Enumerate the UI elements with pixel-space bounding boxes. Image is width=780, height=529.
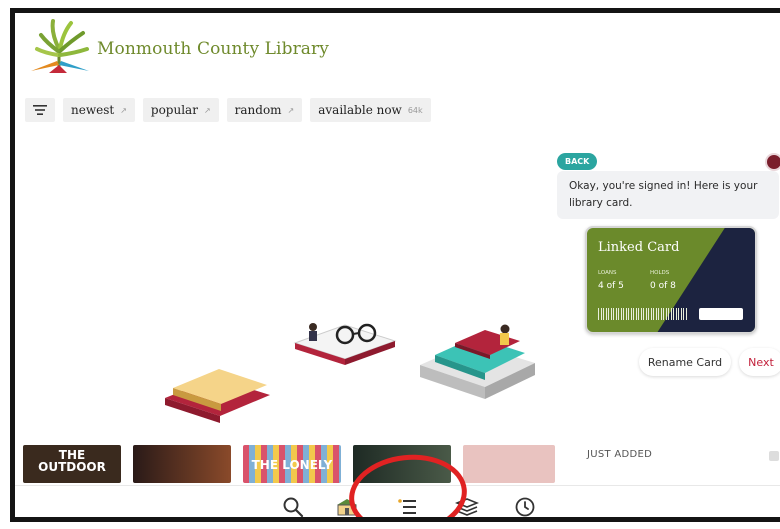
filter-chip-newest[interactable]: newest ↗: [63, 98, 135, 122]
sort-arrows-icon: ↗: [120, 105, 127, 115]
holds-value: 0 of 8: [650, 281, 676, 291]
just-added-carousel: THE OUTDOOR THE LONELY: [23, 445, 555, 483]
holds-label: HOLDS: [650, 270, 670, 276]
tree-logo-icon: [31, 19, 89, 73]
filter-lines-icon: [33, 105, 47, 115]
app-frame: Monmouth County Library newest ↗ popular…: [10, 8, 780, 522]
book-cover[interactable]: [463, 445, 555, 483]
book-cover[interactable]: THE OUTDOOR: [23, 445, 121, 483]
filter-menu-button[interactable]: [25, 98, 55, 122]
card-logo-tag: [699, 308, 743, 320]
filter-chip-popular[interactable]: popular ↗: [142, 98, 219, 122]
book-cover-title: THE OUTDOOR: [38, 448, 106, 474]
barcode: [598, 308, 688, 320]
chip-label: popular: [150, 103, 198, 117]
library-name[interactable]: Monmouth County Library: [97, 39, 329, 59]
loans-value: 4 of 5: [598, 281, 624, 291]
back-button[interactable]: BACK: [557, 153, 598, 170]
rename-card-button[interactable]: Rename Card: [639, 348, 731, 376]
card-title: Linked Card: [598, 240, 680, 255]
chip-label: random: [234, 103, 282, 117]
sort-arrows-icon: ↗: [287, 105, 295, 115]
filter-chip-random[interactable]: random ↗: [226, 98, 303, 122]
filter-chip-available-now[interactable]: available now 64k: [310, 98, 431, 122]
chat-message: Okay, you're signed in! Here is your lib…: [557, 171, 779, 219]
sort-arrows-icon: ↗: [203, 105, 211, 115]
filter-bar: newest ↗ popular ↗ random ↗ available no…: [25, 98, 431, 122]
chip-label: newest: [71, 103, 115, 117]
carousel-control[interactable]: [769, 451, 779, 461]
book-cover[interactable]: [133, 445, 231, 483]
chip-label: available now: [318, 103, 402, 117]
search-icon[interactable]: [281, 495, 305, 519]
next-button[interactable]: Next: [739, 348, 780, 376]
book-cover[interactable]: THE LONELY: [243, 445, 341, 483]
book-cover-title: THE LONELY: [251, 458, 333, 472]
linked-library-card[interactable]: Linked Card LOANS HOLDS 4 of 5 0 of 8: [585, 226, 757, 334]
chip-count: 64k: [407, 105, 423, 115]
clock-icon[interactable]: [513, 495, 537, 519]
assistant-avatar: [765, 153, 780, 171]
loans-label: LOANS: [598, 270, 617, 276]
reading-books-illustration: [165, 323, 535, 423]
just-added-label: JUST ADDED: [587, 449, 653, 460]
